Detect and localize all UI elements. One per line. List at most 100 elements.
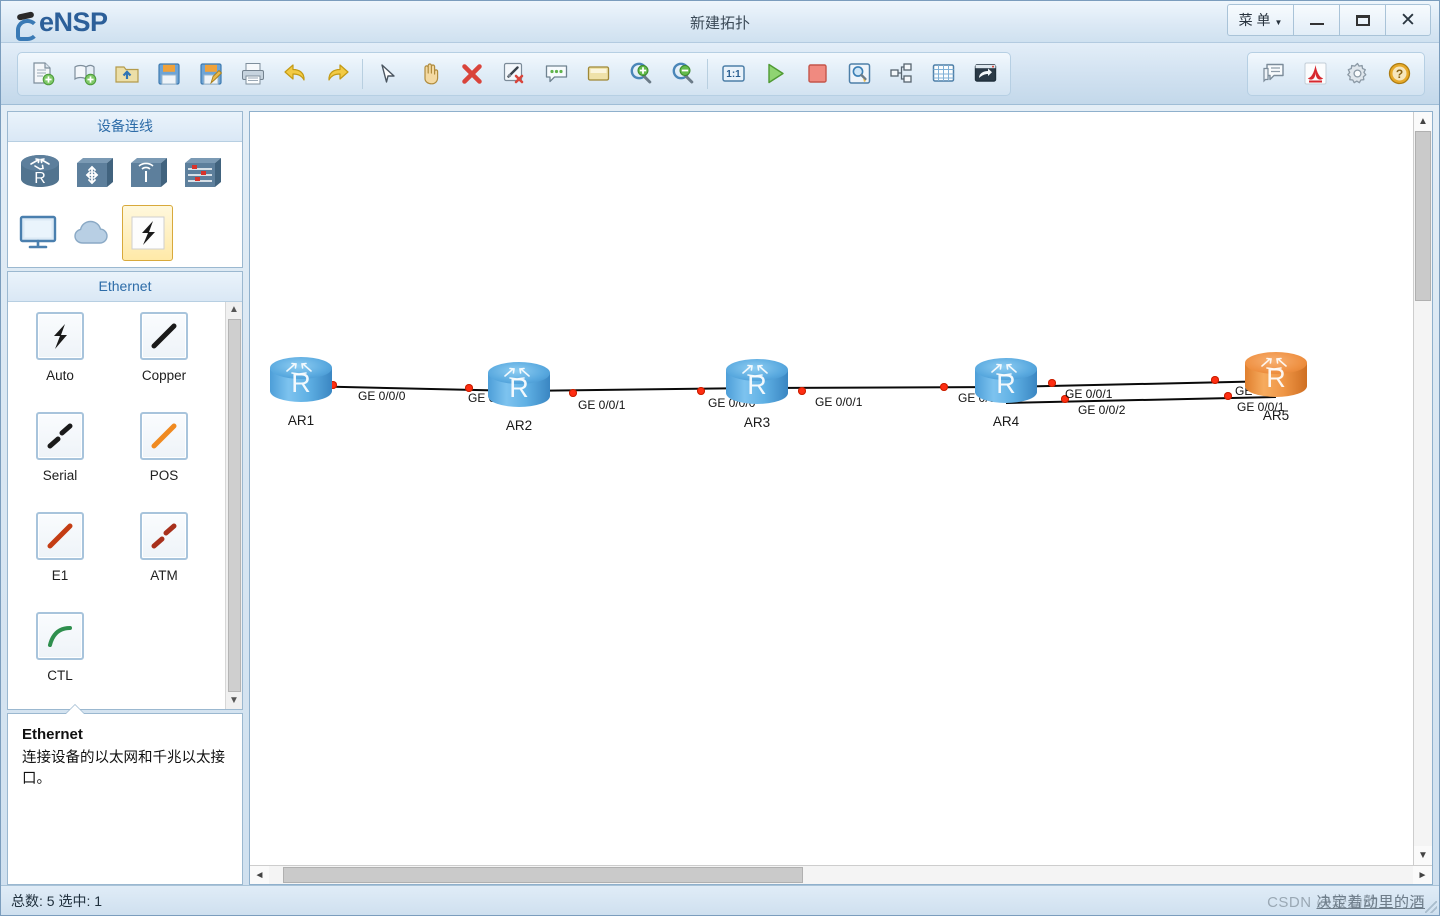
new-topology-button[interactable] [22, 55, 64, 93]
topology-tree-button[interactable] [880, 55, 922, 93]
palette-item-wlan[interactable] [122, 146, 173, 202]
scroll-down-icon[interactable]: ▼ [229, 693, 239, 709]
hscroll-thumb[interactable] [283, 867, 803, 883]
description-title: Ethernet [22, 726, 83, 743]
maximize-icon [1355, 14, 1370, 26]
topology-node[interactable]: R AR1 [270, 357, 332, 428]
toolbar-button-group: 1:1 [17, 51, 1011, 96]
topology-canvas[interactable]: GE 0/0/0GE 0/0/0GE 0/0/1GE 0/0/0GE 0/0/1… [250, 112, 1413, 865]
toolbar-separator [362, 58, 363, 89]
undo-button[interactable] [274, 55, 316, 93]
packet-capture-button[interactable] [838, 55, 880, 93]
save-as-icon [200, 62, 223, 85]
toolbar-right-group: ? [1247, 51, 1425, 96]
link-palette-title: Ethernet [8, 272, 242, 302]
link-item-atm[interactable]: ATM [112, 512, 216, 612]
scroll-down-icon[interactable]: ▼ [1414, 846, 1432, 865]
huawei-logo-button[interactable] [1294, 55, 1336, 93]
port-indicator [1224, 392, 1232, 400]
topology-tree-icon [889, 63, 912, 83]
router-icon: R [270, 357, 332, 409]
toolbar-separator [707, 58, 708, 89]
settings-button[interactable] [1336, 55, 1378, 93]
link-palette-scrollbar[interactable]: ▲ ▼ [225, 302, 242, 709]
new-device-button[interactable] [64, 55, 106, 93]
palette-item-endpoint[interactable] [14, 205, 65, 261]
add-note-icon [545, 65, 567, 83]
print-button[interactable] [232, 55, 274, 93]
vscroll-thumb[interactable] [1415, 131, 1431, 301]
pan-hand-icon [423, 63, 438, 85]
delete-button[interactable] [451, 55, 493, 93]
stop-device-button[interactable] [796, 55, 838, 93]
scroll-right-icon[interactable]: ► [1413, 866, 1432, 884]
grid-button[interactable] [922, 55, 964, 93]
link-item-pos[interactable]: POS [112, 412, 216, 512]
add-shape-button[interactable] [577, 55, 619, 93]
scroll-left-icon[interactable]: ◄ [250, 866, 269, 884]
redo-icon [327, 64, 349, 81]
canvas-horizontal-scrollbar[interactable]: ◄ ► [250, 865, 1432, 884]
help-button[interactable]: ? [1378, 55, 1420, 93]
resize-grip-icon[interactable] [1425, 901, 1437, 913]
delete-link-button[interactable] [493, 55, 535, 93]
link-item-pos-label: POS [149, 468, 179, 483]
device-palette-title: 设备连线 [8, 112, 242, 142]
hscroll-track[interactable] [269, 866, 1413, 884]
topology-node-label: AR1 [287, 413, 315, 428]
menu-button[interactable]: 菜 单 ▼ [1227, 4, 1293, 36]
huawei-logo-icon [1304, 62, 1326, 85]
topology-node[interactable]: R AR4 [975, 358, 1037, 429]
switch-icon [76, 158, 113, 187]
topology-node[interactable]: R AR2 [488, 362, 550, 433]
palette-item-cloud[interactable] [68, 205, 119, 261]
select-tool-button[interactable] [367, 55, 409, 93]
scroll-up-icon[interactable]: ▲ [229, 302, 239, 318]
vscroll-track[interactable] [1414, 131, 1432, 846]
ensp-logo-text: eNSP [39, 7, 108, 37]
link-item-serial[interactable]: Serial [8, 412, 112, 512]
close-button[interactable]: ✕ [1385, 4, 1431, 36]
topology-node-label: AR5 [1262, 408, 1290, 423]
zoom-reset-button[interactable]: 1:1 [712, 55, 754, 93]
zoom-out-button[interactable] [661, 55, 703, 93]
palette-item-link[interactable] [122, 205, 173, 261]
topology-node[interactable]: R AR5 [1245, 352, 1307, 423]
link-item-copper[interactable]: Copper [112, 312, 216, 412]
palette-item-switch[interactable] [68, 146, 119, 202]
open-file-button[interactable] [106, 55, 148, 93]
pan-tool-button[interactable] [409, 55, 451, 93]
stop-device-icon [807, 64, 827, 83]
minimize-button[interactable] [1293, 4, 1339, 36]
topology-link[interactable] [756, 386, 1007, 389]
lightning-link-icon [54, 324, 67, 349]
bent-link-icon [47, 423, 73, 449]
palette-item-firewall[interactable] [176, 146, 227, 202]
port-label: GE 0/0/2 [1078, 403, 1126, 417]
redo-button[interactable] [316, 55, 358, 93]
save-as-button[interactable] [190, 55, 232, 93]
help-icon: ? [1388, 62, 1410, 85]
zoom-in-button[interactable] [619, 55, 661, 93]
delete-link-icon [503, 62, 523, 84]
feedback-button[interactable] [1252, 55, 1294, 93]
add-note-button[interactable] [535, 55, 577, 93]
link-item-ctl[interactable]: CTL [8, 612, 112, 709]
grid-icon [932, 64, 954, 82]
link-item-e1-icon-wrap [36, 512, 84, 560]
palette-item-router[interactable]: R [14, 146, 65, 202]
router-icon: R [726, 359, 788, 411]
topology-node[interactable]: R AR3 [726, 359, 788, 430]
restore-window-button[interactable] [964, 55, 1006, 93]
maximize-button[interactable] [1339, 4, 1385, 36]
save-button[interactable] [148, 55, 190, 93]
canvas-vertical-scrollbar[interactable]: ▲ ▼ [1413, 112, 1432, 865]
router-letter: R [996, 369, 1016, 399]
topology-link[interactable] [518, 387, 758, 392]
link-item-auto[interactable]: Auto [8, 312, 112, 412]
scrollbar-thumb[interactable] [227, 319, 241, 692]
scroll-up-icon[interactable]: ▲ [1414, 112, 1432, 131]
start-device-button[interactable] [754, 55, 796, 93]
undo-icon [283, 64, 305, 81]
link-item-e1[interactable]: E1 [8, 512, 112, 612]
